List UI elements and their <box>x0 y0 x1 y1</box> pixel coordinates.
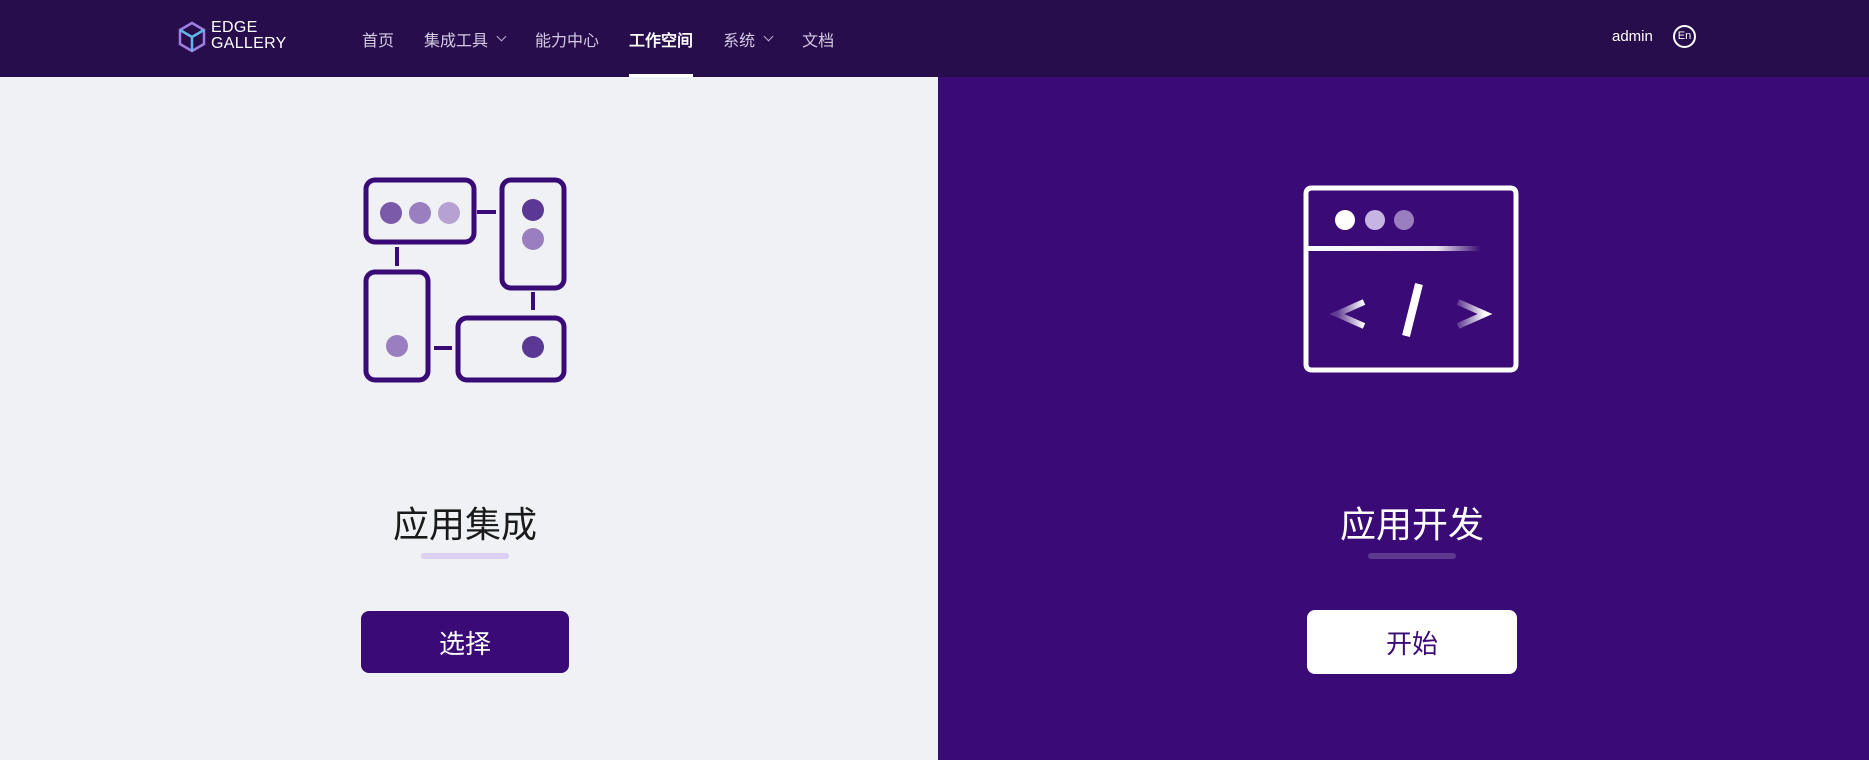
logo-text: EDGE GALLERY <box>211 20 287 52</box>
chevron-down-icon <box>496 31 507 41</box>
logo-line-1: EDGE <box>211 19 258 36</box>
edgegallery-logo[interactable]: EDGE GALLERY <box>178 19 298 55</box>
chevron-down-icon <box>763 31 774 41</box>
app-development-title: 应用开发 <box>1339 505 1484 546</box>
nav-item-integration-tools[interactable]: 集成工具 <box>424 0 507 77</box>
select-button[interactable]: 选择 <box>361 611 569 673</box>
top-navigation-bar: EDGE GALLERY 首页 集成工具 能力中心 工作空间 系统 文档 adm… <box>0 0 1869 77</box>
logo-line-2: GALLERY <box>211 35 287 52</box>
code-window-icon <box>1303 185 1519 373</box>
app-integration-icon <box>363 177 567 383</box>
nav-item-system[interactable]: 系统 <box>723 0 774 77</box>
main-nav: 首页 集成工具 能力中心 工作空间 系统 文档 <box>362 0 864 77</box>
cube-logo-icon <box>178 21 206 53</box>
language-switch-icon[interactable]: En <box>1673 25 1696 48</box>
nav-item-docs[interactable]: 文档 <box>802 0 834 77</box>
title-underline <box>1368 553 1456 559</box>
app-integration-title: 应用集成 <box>392 505 537 546</box>
start-button[interactable]: 开始 <box>1307 610 1517 674</box>
nav-item-capability-center[interactable]: 能力中心 <box>535 0 599 77</box>
nav-item-workspace[interactable]: 工作空间 <box>629 0 694 77</box>
nav-item-home[interactable]: 首页 <box>362 0 394 77</box>
user-name[interactable]: admin <box>1612 28 1653 45</box>
title-underline <box>421 553 509 559</box>
